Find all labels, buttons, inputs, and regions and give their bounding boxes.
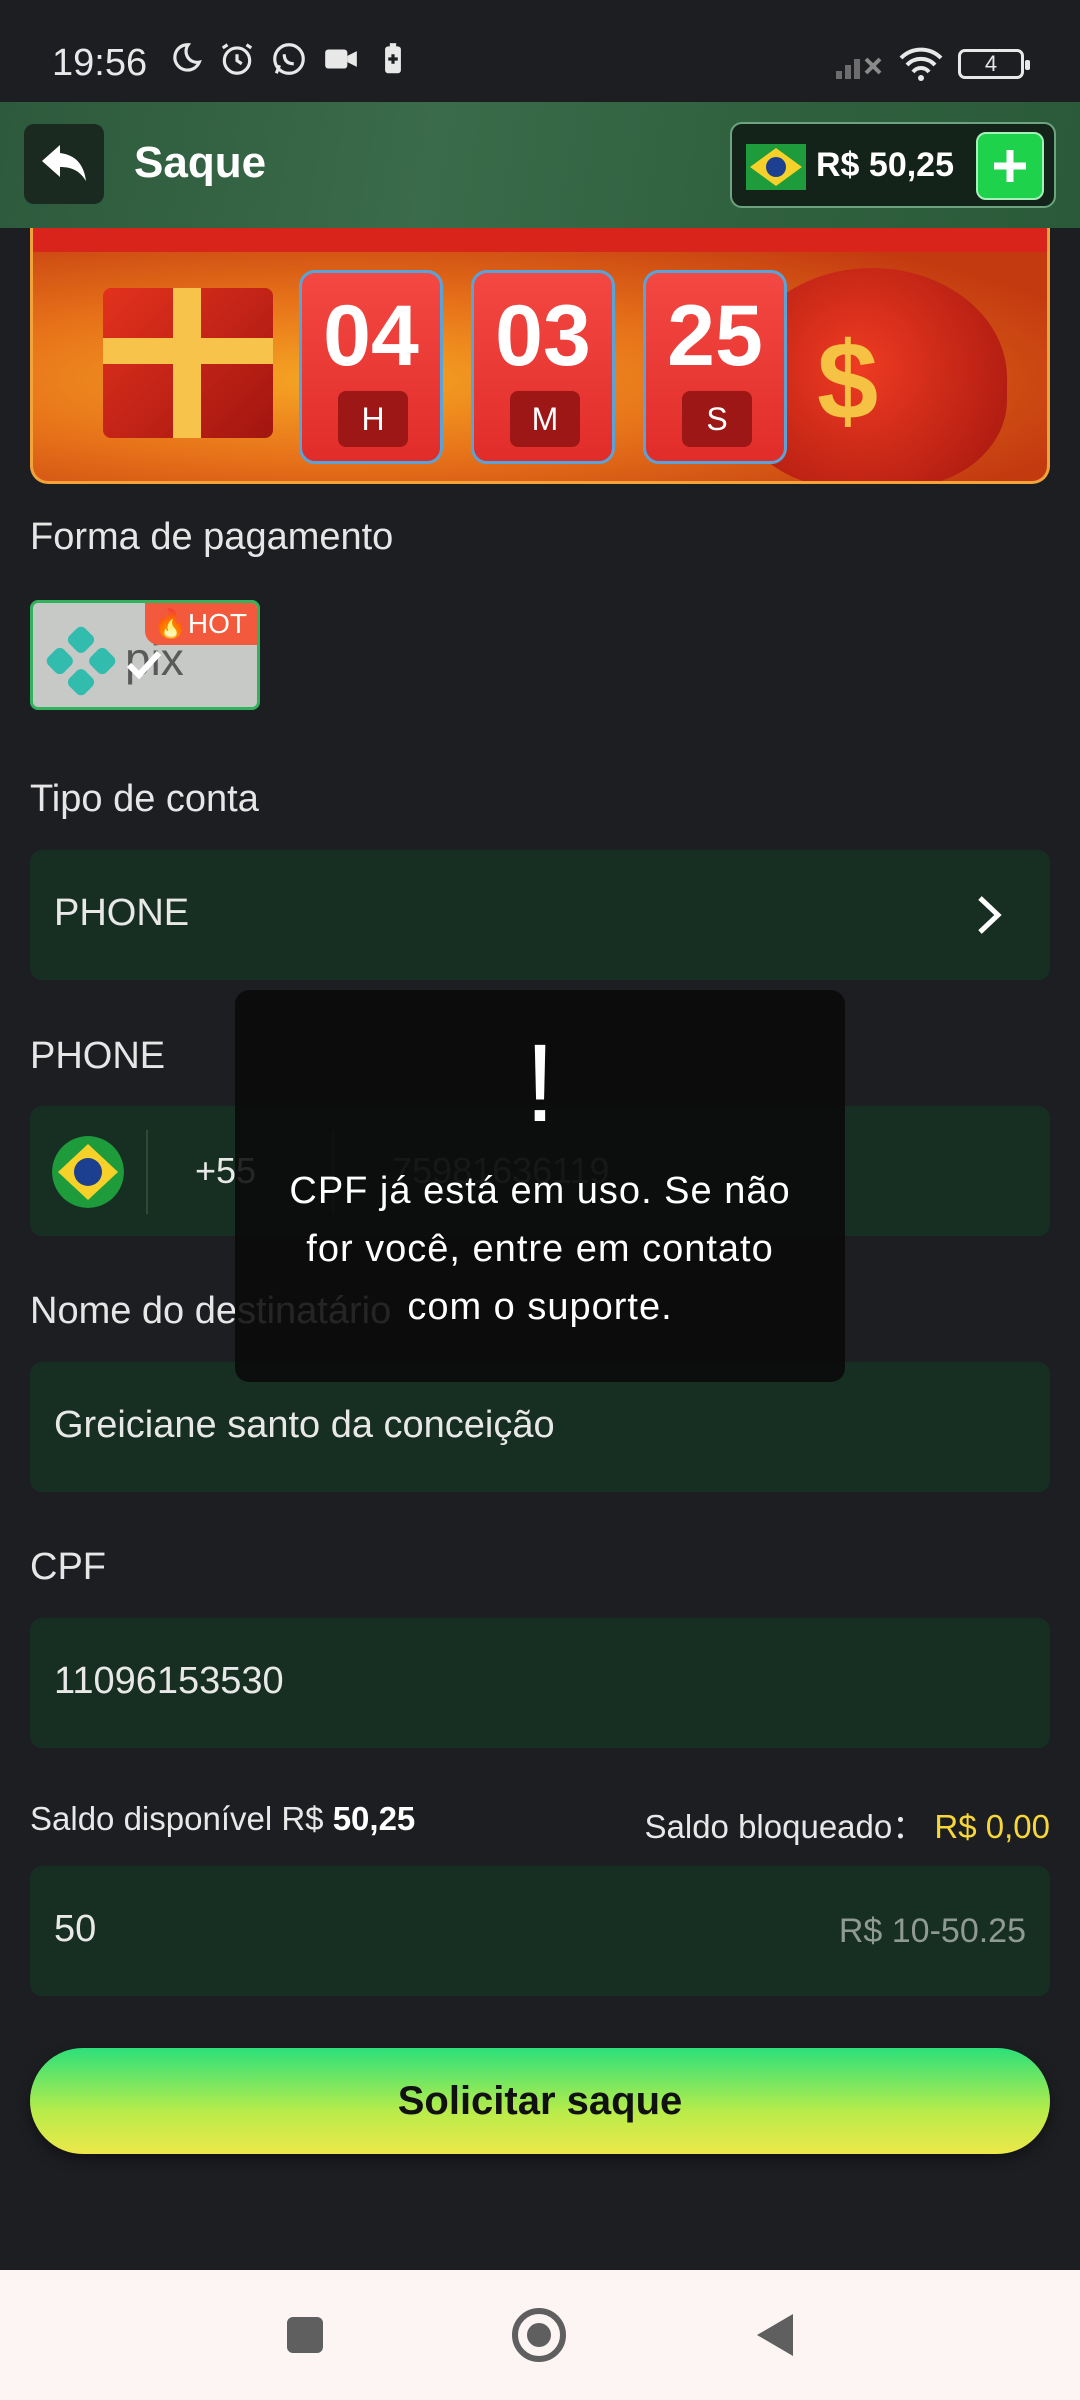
banner-top-strip — [33, 228, 1047, 252]
cpf-label: CPF — [30, 1546, 106, 1588]
back-nav-button[interactable] — [740, 2300, 810, 2370]
back-button[interactable] — [24, 124, 104, 204]
toast-message: CPF já está em uso. Se não for você, ent… — [289, 1170, 791, 1328]
status-time: 19:56 — [52, 42, 148, 84]
system-nav-bar — [0, 2270, 1080, 2400]
hot-badge-label: HOT — [187, 608, 247, 639]
gift-box-image — [103, 288, 273, 438]
timer-hours-value: 04 — [323, 288, 419, 384]
whatsapp-icon — [273, 43, 305, 75]
available-balance-label: Saldo disponível R$ — [30, 1800, 324, 1837]
status-icons — [166, 40, 412, 78]
signal-icon — [836, 57, 882, 79]
blocked-balance-label: Saldo bloqueado： — [644, 1808, 926, 1845]
video-icon — [325, 49, 357, 69]
plus-icon — [994, 150, 1026, 182]
back-arrow-icon — [42, 145, 86, 181]
recipient-name-value: Greiciane santo da conceição — [54, 1404, 555, 1446]
alarm-icon — [221, 43, 253, 75]
error-toast: ! CPF já está em uso. Se não for você, e… — [235, 990, 845, 1382]
balance-display: R$ 50,25 — [730, 122, 1056, 208]
phone-label: PHONE — [30, 1035, 166, 1077]
timer-seconds-unit: S — [682, 391, 752, 447]
app-header: Saque R$ 50,25 — [0, 102, 1080, 228]
brazil-flag-icon[interactable] — [52, 1136, 124, 1208]
triangle-back-icon — [757, 2314, 793, 2356]
cpf-field[interactable]: 11096153530 — [30, 1618, 1050, 1748]
pix-payment-option[interactable]: pix 🔥HOT — [30, 600, 260, 710]
recents-button[interactable] — [270, 2300, 340, 2370]
timer-minutes-unit: M — [510, 391, 580, 447]
timer-seconds-value: 25 — [667, 288, 763, 384]
square-icon — [287, 2317, 323, 2353]
wifi-icon — [899, 47, 943, 81]
home-button[interactable] — [504, 2300, 574, 2370]
timer-minutes: 03 M — [471, 270, 615, 464]
divider — [146, 1130, 148, 1214]
account-type-select[interactable]: PHONE — [30, 850, 1050, 980]
moon-icon — [173, 43, 202, 72]
timer-minutes-value: 03 — [495, 288, 591, 384]
brazil-flag-icon — [746, 144, 806, 190]
promo-banner[interactable]: $ 04 H 03 M 25 S — [30, 228, 1050, 484]
timer-seconds: 25 S — [643, 270, 787, 464]
request-withdrawal-button[interactable]: Solicitar saque — [30, 2048, 1050, 2154]
status-bar: 19:56 4 — [0, 0, 1080, 100]
status-right: 4 — [834, 46, 1030, 82]
available-balance-value: 50,25 — [332, 1800, 416, 1837]
withdraw-amount-range: R$ 10-50.25 — [838, 1912, 1026, 1950]
available-balance: Saldo disponível R$ 50,25 — [30, 1800, 415, 1838]
hot-badge: 🔥HOT — [145, 603, 257, 645]
page-title: Saque — [134, 138, 267, 187]
payment-method-label: Forma de pagamento — [30, 516, 394, 558]
battery-indicator: 4 — [958, 49, 1030, 79]
timer-hours-unit: H — [338, 391, 408, 447]
chevron-right-icon — [978, 896, 1002, 934]
withdraw-amount-field[interactable]: 50 R$ 10-50.25 — [30, 1866, 1050, 1996]
withdraw-amount-value: 50 — [54, 1908, 97, 1950]
deposit-add-button[interactable] — [976, 132, 1044, 200]
battery-saver-icon — [385, 43, 401, 74]
exclamation-icon: ! — [524, 1022, 556, 1145]
account-type-label: Tipo de conta — [30, 778, 259, 820]
dollar-symbol: $ — [817, 320, 879, 443]
cpf-value: 11096153530 — [54, 1660, 284, 1702]
account-type-value: PHONE — [54, 892, 190, 934]
timer-hours: 04 H — [299, 270, 443, 464]
home-circle-icon — [512, 2308, 566, 2362]
blocked-balance: Saldo bloqueado： R$ 0,00 — [645, 1800, 1051, 1848]
blocked-balance-value: R$ 0,00 — [934, 1808, 1050, 1845]
balance-amount: R$ 50,25 — [816, 146, 954, 184]
fire-icon: 🔥 — [153, 608, 188, 639]
